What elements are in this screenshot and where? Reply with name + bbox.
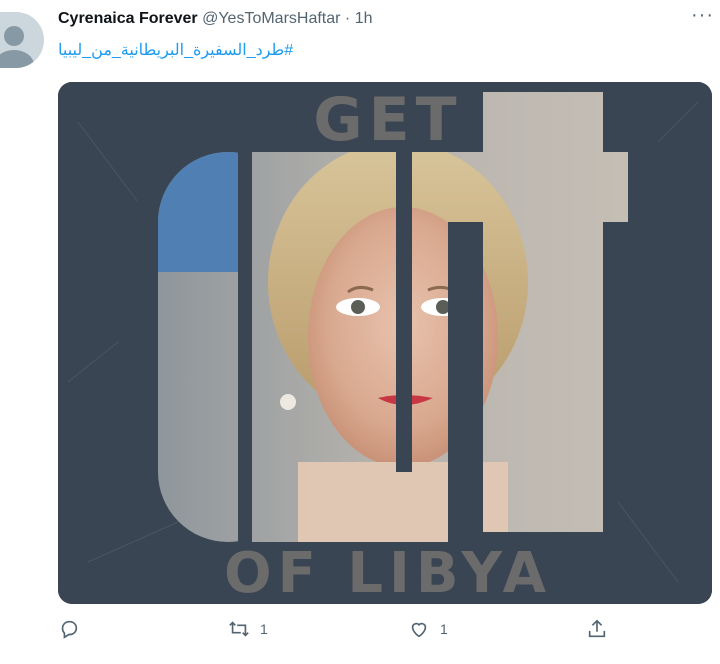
share-icon [588,619,606,638]
avatar-head [4,26,24,46]
like-count: 1 [440,621,448,637]
like-button[interactable]: 1 [408,618,448,640]
ellipsis-icon[interactable]: ··· [691,4,714,27]
share-button[interactable] [586,618,618,640]
avatar-body [0,50,34,68]
avatar[interactable] [0,12,44,68]
retweet-icon [229,621,249,637]
timestamp[interactable]: 1h [355,10,373,27]
poster-text-top: GET [313,85,462,155]
heart-icon [411,622,427,638]
retweet-count: 1 [260,621,268,637]
tweet-actions: 1 1 [58,618,658,648]
tweet-header: Cyrenaica Forever @YesToMarsHaftar · 1h [58,10,373,28]
poster-text-bottom: OF LIBYA [224,541,552,604]
retweet-button[interactable]: 1 [228,618,268,640]
user-handle[interactable]: @YesToMarsHaftar [202,10,340,27]
tweet-image[interactable]: GET OF LIBYA [58,82,712,604]
display-name[interactable]: Cyrenaica Forever [58,10,198,27]
reply-icon [61,620,78,639]
separator: · [344,10,351,27]
hashtag-link[interactable]: #طرد_السفيرة_البريطانية_من_ليبيا [58,40,293,60]
poster-graphic: GET OF LIBYA [58,82,712,604]
reply-button[interactable] [58,618,90,640]
